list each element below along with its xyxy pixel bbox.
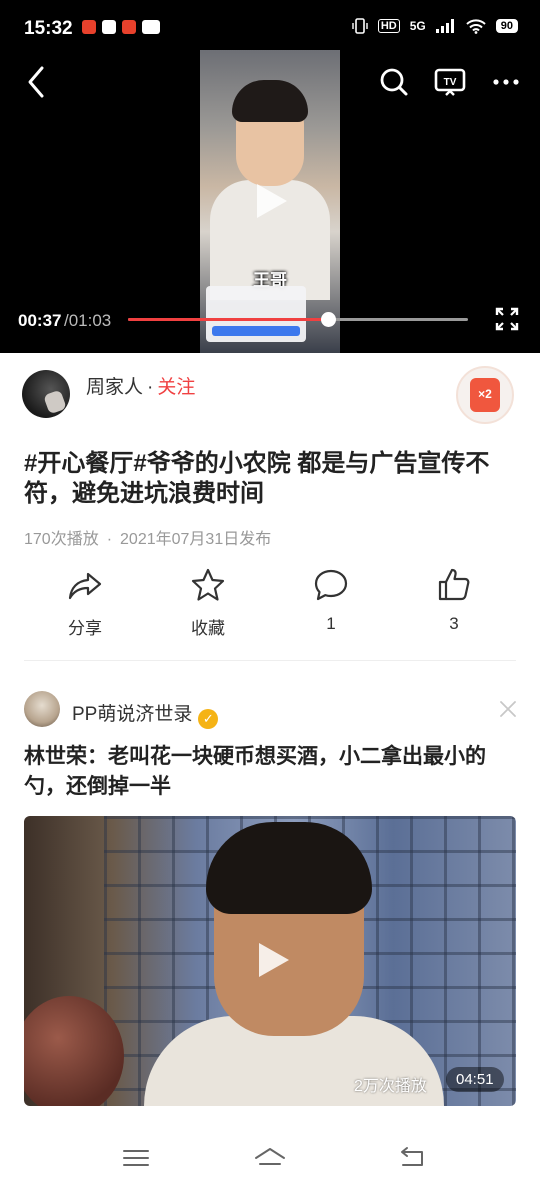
red-packet-multiplier: ×2	[478, 387, 492, 401]
share-icon	[68, 572, 102, 600]
signal-icon	[435, 19, 454, 33]
progress-bar[interactable]	[128, 312, 468, 327]
wifi-icon	[466, 18, 486, 34]
comment-count: 1	[326, 614, 336, 633]
close-button[interactable]	[498, 699, 518, 719]
verified-badge-icon: ✓	[198, 709, 219, 729]
vibrate-icon	[352, 18, 368, 34]
status-bar: 15:32 HD 5G 90	[0, 0, 540, 58]
menu-icon[interactable]	[119, 1144, 153, 1172]
meta-separator: ·	[106, 531, 113, 548]
recommended-author-avatar[interactable]	[24, 691, 60, 727]
search-button[interactable]	[376, 64, 412, 100]
video-frame-person-hair	[232, 80, 308, 122]
author-avatar[interactable]	[22, 370, 70, 418]
recommended-play-icon[interactable]	[256, 940, 292, 980]
more-options-button[interactable]	[488, 64, 524, 100]
system-navigation-bar	[0, 1128, 540, 1188]
video-meta: 170次播放 · 2021年07月31日发布	[24, 525, 271, 549]
return-icon[interactable]	[395, 1144, 429, 1172]
notification-icons	[82, 20, 160, 34]
video-title: #开心餐厅#爷爷的小农院 都是与广告宣传不符，避免进坑浪费时间	[24, 450, 490, 507]
play-button[interactable]	[254, 181, 290, 221]
recommended-video-thumbnail[interactable]: 2万次播放 04:51	[24, 816, 516, 1106]
separator-dot: ·	[147, 377, 154, 398]
thumbs-up-icon	[438, 568, 470, 601]
share-label: 分享	[68, 619, 102, 638]
comment-button[interactable]: 1	[291, 566, 371, 634]
favorite-button[interactable]: 收藏	[168, 566, 248, 639]
app-badge-notification-icon	[142, 20, 160, 34]
follow-button[interactable]: 关注	[157, 377, 195, 398]
star-icon	[191, 568, 225, 601]
recommended-author[interactable]: PP萌说济世录 ✓	[72, 699, 219, 729]
red-packet-button[interactable]: ×2	[456, 366, 514, 424]
share-button[interactable]: 分享	[45, 566, 125, 639]
recommended-play-count: 2万次播放	[354, 1078, 427, 1095]
fullscreen-button[interactable]	[494, 306, 520, 332]
status-time: 15:32	[24, 18, 73, 39]
home-icon[interactable]	[253, 1144, 287, 1172]
hd-badge: HD	[377, 19, 400, 33]
favorite-label: 收藏	[191, 619, 225, 638]
progress-fill	[128, 318, 328, 321]
section-divider	[24, 660, 516, 661]
mail-notification-icon	[102, 20, 116, 34]
comment-bubble-icon	[314, 569, 348, 601]
red-packet-icon: ×2	[470, 378, 500, 412]
battery-indicator: 90	[495, 19, 518, 33]
total-duration: /01:03	[64, 311, 112, 330]
progress-handle[interactable]	[320, 312, 336, 327]
back-button[interactable]	[22, 64, 52, 100]
recommended-author-name: PP萌说济世录	[72, 704, 193, 725]
recommended-title[interactable]: 林世荣：老叫花一块硬币想买酒，小二拿出最小的勺，还倒掉一半	[24, 742, 516, 802]
current-time: 00:37	[18, 311, 62, 330]
publish-date: 2021年07月31日发布	[120, 531, 272, 548]
network-label: 5G	[409, 19, 426, 33]
gift-notification-icon	[122, 20, 136, 34]
video-player[interactable]: 王哥 15:32 HD 5G 90 TV 00:37 /01:03	[0, 0, 540, 353]
author-name[interactable]: 周家人	[86, 377, 143, 398]
svg-text:TV: TV	[444, 77, 457, 88]
tv-cast-button[interactable]: TV	[432, 64, 468, 100]
play-count: 170次播放	[24, 531, 99, 548]
recommended-duration: 04:51	[446, 1067, 504, 1092]
like-count: 3	[449, 614, 459, 633]
app-notification-icon	[82, 20, 96, 34]
video-frame-ad-card	[206, 286, 306, 342]
like-button[interactable]: 3	[414, 566, 494, 634]
author-line: 周家人 · 关注	[86, 372, 195, 399]
system-icons: HD 5G 90	[352, 18, 518, 34]
